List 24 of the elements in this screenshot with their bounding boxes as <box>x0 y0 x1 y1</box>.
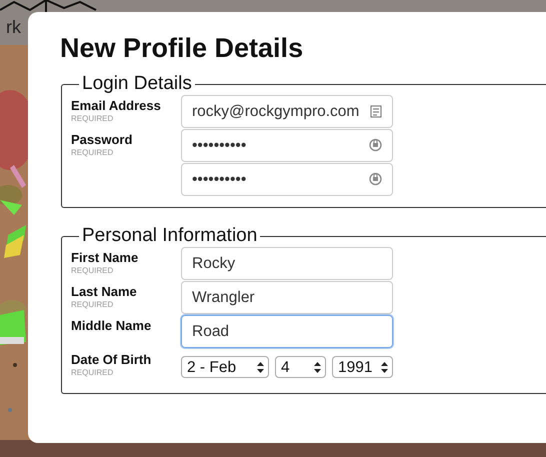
required-note: REQUIRED <box>71 266 114 276</box>
field-label: Last Name <box>71 285 138 300</box>
required-note: REQUIRED <box>71 368 114 378</box>
input-field[interactable]: Road <box>181 315 393 348</box>
field-label: Password <box>71 133 134 148</box>
input-field[interactable]: •••••••••• <box>181 129 393 162</box>
section-legend: Login Details <box>79 74 195 96</box>
select-field[interactable]: 4 <box>275 356 326 378</box>
field-label: Email Address <box>71 99 162 114</box>
select-field[interactable]: 2 - Feb <box>181 356 269 378</box>
required-note: REQUIRED <box>71 148 114 159</box>
field-label: Middle Name <box>71 319 152 334</box>
input-field[interactable]: Rocky <box>181 247 393 280</box>
input-field[interactable]: Wrangler <box>181 281 393 314</box>
required-note: REQUIRED <box>71 114 114 125</box>
header-text: rk <box>6 18 21 36</box>
field-label: Date Of Birth <box>71 353 152 368</box>
select-field[interactable]: 1991 <box>332 356 393 378</box>
input-field[interactable]: •••••••••• <box>181 163 393 196</box>
dialog-title: New Profile Details <box>60 32 304 64</box>
required-note: REQUIRED <box>71 300 114 310</box>
section-legend: Personal Information <box>79 226 260 248</box>
input-field[interactable]: rocky@rockgympro.com <box>181 95 393 128</box>
field-label: First Name <box>71 251 140 266</box>
